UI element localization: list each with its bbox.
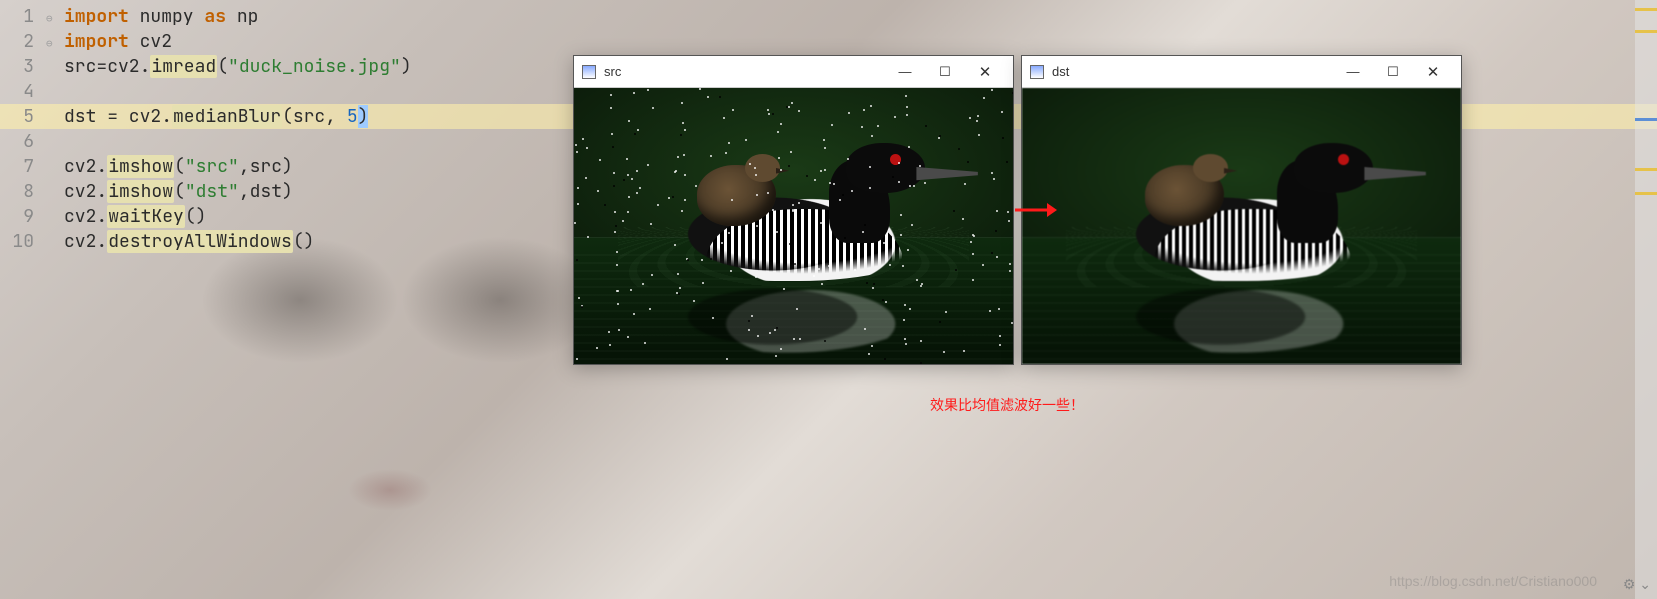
settings-icon[interactable]: ⚙ ⌄ [1623,576,1651,593]
window-dst[interactable]: dst — ☐ ✕ [1021,55,1462,365]
fold-icon [46,129,64,132]
line-number: 10 [0,229,46,254]
fold-icon [46,154,64,157]
window-title: dst [1052,64,1069,79]
titlebar-dst[interactable]: dst — ☐ ✕ [1022,56,1461,88]
fold-icon[interactable]: ⊖ [46,4,64,32]
minimize-button[interactable]: — [1333,64,1373,79]
caption-text: 效果比均值滤波好一些！ [930,395,1084,415]
image-src [574,88,1013,364]
fold-icon [46,79,64,82]
fold-icon [46,54,64,57]
line-number: 3 [0,54,46,79]
image-dst [1022,88,1461,364]
window-title: src [604,64,621,79]
line-number: 5 [0,104,46,129]
fold-icon [46,229,64,232]
window-icon [1030,65,1044,79]
line-number: 2 [0,29,46,54]
maximize-button[interactable]: ☐ [925,64,965,80]
maximize-button[interactable]: ☐ [1373,64,1413,80]
line-number: 9 [0,204,46,229]
line-number: 6 [0,129,46,154]
close-button[interactable]: ✕ [965,63,1005,81]
line-number: 1 [0,4,46,29]
fold-icon [46,204,64,207]
code-editor[interactable]: 1⊖import numpy as np2⊖import cv23src=cv2… [0,0,1657,599]
line-number: 8 [0,179,46,204]
watermark-text: https://blog.csdn.net/Cristiano000 [1389,573,1597,589]
fold-icon[interactable]: ⊖ [46,29,64,57]
fold-icon [46,179,64,182]
titlebar-src[interactable]: src — ☐ ✕ [574,56,1013,88]
window-icon [582,65,596,79]
code-line[interactable]: 2⊖import cv2 [0,29,1657,54]
close-button[interactable]: ✕ [1413,63,1453,81]
code-line[interactable]: 1⊖import numpy as np [0,4,1657,29]
window-src[interactable]: src — ☐ ✕ [573,55,1014,365]
editor-marker-strip [1635,0,1657,599]
code-content[interactable]: import numpy as np [64,4,1657,29]
arrow-icon [1013,200,1057,226]
fold-icon [46,104,64,107]
minimize-button[interactable]: — [885,64,925,79]
code-content[interactable]: import cv2 [64,29,1657,54]
line-number: 4 [0,79,46,104]
line-number: 7 [0,154,46,179]
